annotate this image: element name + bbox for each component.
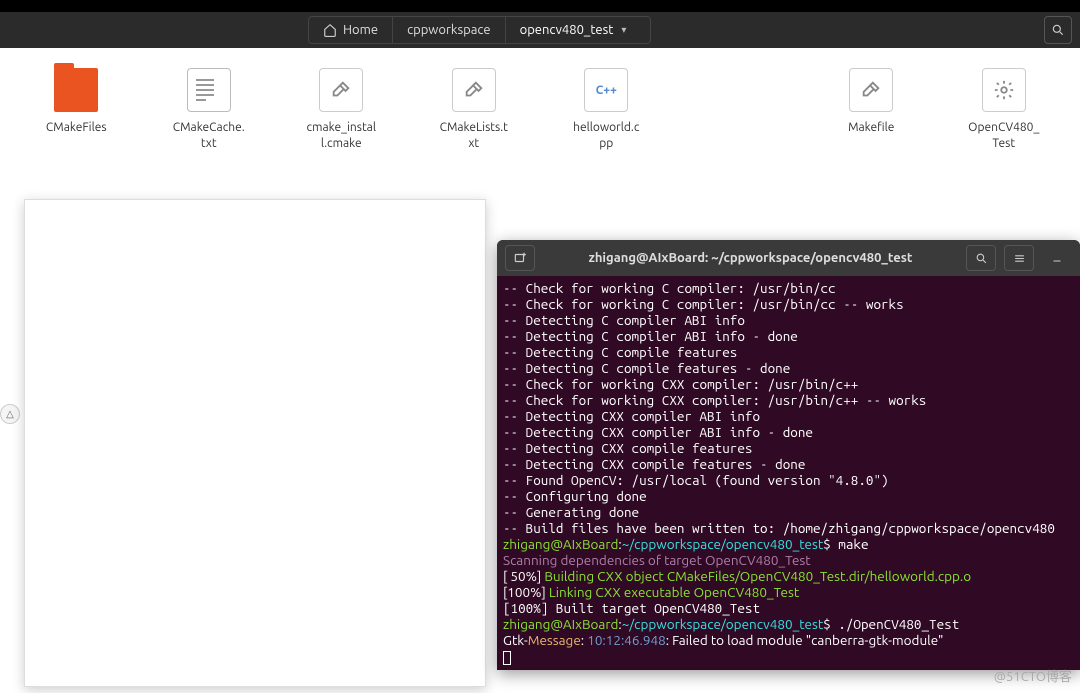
file-item[interactable]: CMakeCache.txt	[173, 68, 246, 151]
file-label: helloworld.cpp	[570, 120, 643, 151]
new-tab-button[interactable]	[505, 245, 535, 271]
minimize-icon	[1051, 252, 1063, 264]
file-item[interactable]: OpenCV480_Test	[968, 68, 1041, 151]
breadcrumb-current-label: opencv480_test	[520, 23, 614, 37]
search-button[interactable]	[1044, 16, 1072, 44]
watermark: @51CTO博客	[994, 666, 1072, 685]
new-tab-icon	[513, 251, 527, 265]
breadcrumb: Home cppworkspace opencv480_test ▾	[308, 16, 651, 44]
file-label: CMakeLists.txt	[438, 120, 511, 151]
image-viewer-window[interactable]	[24, 199, 486, 687]
file-label: OpenCV480_Test	[968, 120, 1041, 151]
file-label: cmake_install.cmake	[305, 120, 378, 151]
file-item[interactable]: C++helloworld.cpp	[570, 68, 643, 151]
terminal-title: zhigang@AIxBoard: ~/cppworkspace/opencv4…	[543, 251, 958, 265]
chevron-down-icon[interactable]: ▾	[619, 24, 636, 36]
file-label: CMakeFiles	[46, 120, 107, 136]
terminal-titlebar: zhigang@AIxBoard: ~/cppworkspace/opencv4…	[497, 240, 1080, 276]
terminal-menu-button[interactable]	[1004, 245, 1034, 271]
file-item[interactable]: cmake_install.cmake	[305, 68, 378, 151]
top-menu-bar	[0, 0, 1080, 12]
minimize-button[interactable]	[1042, 245, 1072, 271]
file-label: CMakeCache.txt	[173, 120, 246, 151]
search-icon	[1051, 23, 1065, 37]
hamburger-icon	[1013, 252, 1026, 265]
file-item[interactable]: CMakeFiles	[40, 68, 113, 151]
home-icon	[323, 23, 337, 37]
file-item[interactable]	[703, 68, 776, 151]
terminal-search-button[interactable]	[966, 245, 996, 271]
sidebar-toggle[interactable]: △	[0, 404, 20, 424]
file-item[interactable]: Makefile	[835, 68, 908, 151]
file-label: Makefile	[848, 120, 894, 136]
file-manager-header: Home cppworkspace opencv480_test ▾	[0, 12, 1080, 48]
search-icon	[975, 252, 988, 265]
breadcrumb-seg-cppworkspace[interactable]: cppworkspace	[392, 17, 505, 43]
terminal-window: zhigang@AIxBoard: ~/cppworkspace/opencv4…	[497, 240, 1080, 670]
breadcrumb-seg-opencv480[interactable]: opencv480_test ▾	[505, 17, 651, 43]
terminal-output[interactable]: -- Check for working C compiler: /usr/bi…	[497, 276, 1080, 669]
breadcrumb-home-label: Home	[343, 23, 378, 37]
file-grid: CMakeFiles CMakeCache.txt cmake_install.cm…	[0, 48, 1080, 171]
file-item[interactable]: CMakeLists.txt	[438, 68, 511, 151]
breadcrumb-home[interactable]: Home	[309, 17, 392, 43]
